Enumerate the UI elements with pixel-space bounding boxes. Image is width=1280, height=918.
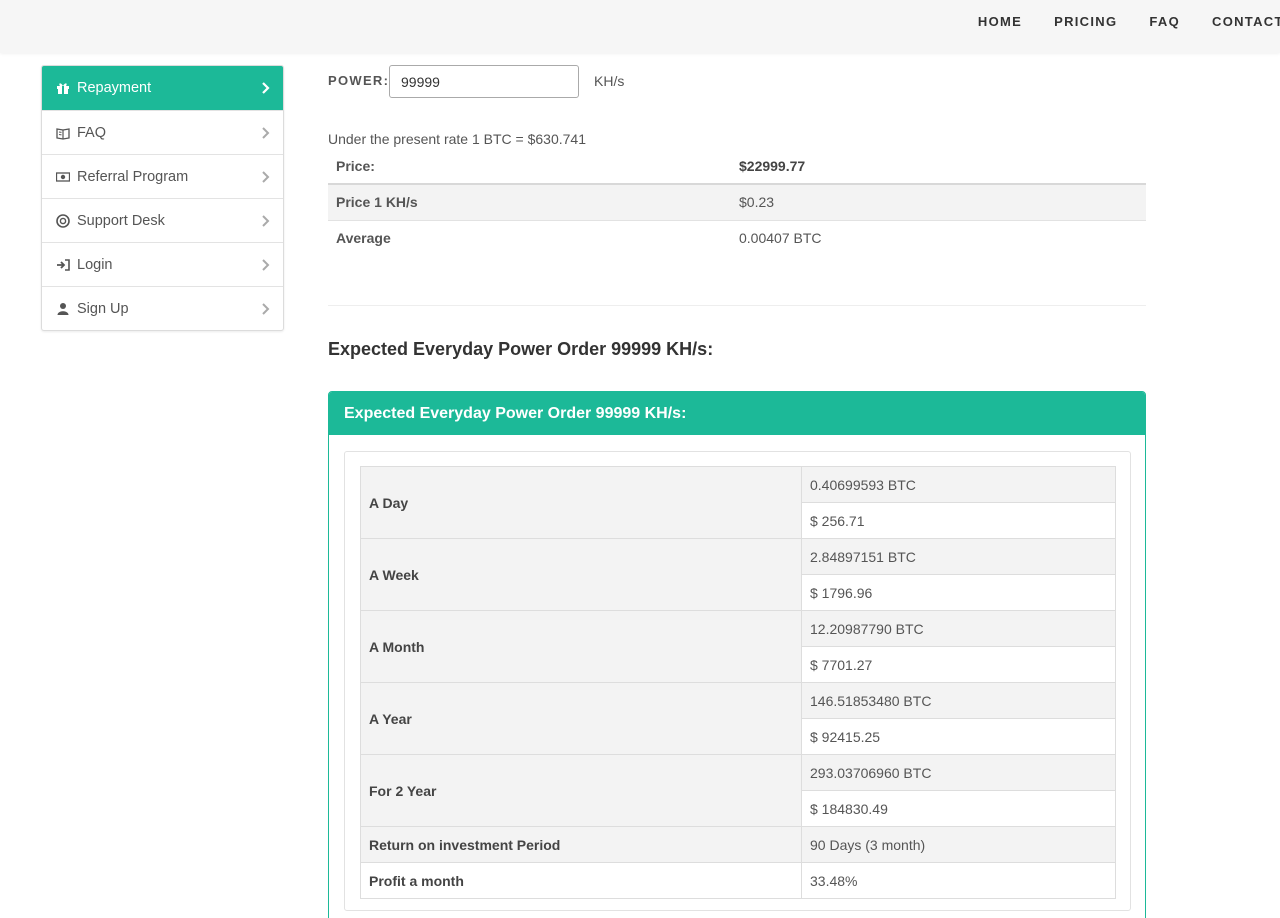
lifebuoy-icon — [56, 213, 70, 228]
gift-icon — [56, 81, 70, 95]
period-usd-value: $ 92415.25 — [801, 718, 1116, 755]
nav-pricing-link[interactable]: PRICING — [1038, 14, 1133, 30]
sidebar-item-label: Repayment — [77, 80, 152, 96]
price-value: $22999.77 — [731, 148, 1146, 185]
table-row: A Month 12.20987790 BTC — [360, 610, 1116, 683]
period-usd-value: $ 7701.27 — [801, 646, 1116, 683]
period-btc-value: 293.03706960 BTC — [801, 754, 1116, 791]
period-btc-value: 12.20987790 BTC — [801, 610, 1116, 647]
money-icon — [56, 170, 70, 184]
period-label: A Month — [360, 610, 802, 683]
power-input[interactable] — [389, 65, 579, 98]
average-label: Average — [336, 230, 391, 247]
sidebar-item-login[interactable]: Login — [42, 242, 283, 286]
power-unit: KH/s — [594, 73, 625, 89]
nav-home-link[interactable]: HOME — [962, 14, 1038, 30]
period-label: A Year — [360, 682, 802, 755]
chevron-right-icon — [260, 302, 272, 316]
profit-label: Profit a month — [360, 862, 802, 899]
period-label: A Day — [360, 466, 802, 539]
price-label: Price: — [328, 148, 731, 185]
chevron-right-icon — [260, 126, 272, 140]
expected-earnings-panel: Expected Everyday Power Order 99999 KH/s… — [328, 391, 1146, 918]
sidebar-item-faq[interactable]: FAQ — [42, 110, 283, 154]
price-per-khs-value: $0.23 — [731, 184, 1146, 221]
sidebar-item-label: FAQ — [77, 124, 107, 141]
table-row: A Week 2.84897151 BTC — [360, 538, 1116, 611]
period-usd-value: $ 256.71 — [801, 502, 1116, 539]
chevron-right-icon — [260, 214, 272, 228]
period-btc-value: 0.40699593 BTC — [801, 466, 1116, 503]
chevron-right-icon — [260, 81, 272, 95]
profit-value: 33.48% — [801, 862, 1116, 899]
nav-faq-link[interactable]: FAQ — [1133, 14, 1196, 30]
chevron-right-icon — [260, 170, 272, 184]
price-summary-table: Price: $22999.77 Price 1 KH/s $0.23 Aver… — [328, 148, 1146, 256]
price-per-khs-label: Price 1 KH/s — [328, 184, 731, 221]
sidebar-item-sign-up[interactable]: Sign Up — [42, 286, 283, 330]
earnings-table: A Day 0.40699593 BTC $ 256.71 A Week 2.8… — [360, 466, 1116, 899]
book-icon — [56, 126, 70, 140]
btc-rate-text: Under the present rate 1 BTC = $630.741 — [328, 131, 586, 147]
period-btc-value: 146.51853480 BTC — [801, 682, 1116, 719]
sidebar-item-support-desk[interactable]: Support Desk — [42, 198, 283, 242]
sidebar-item-label: Sign Up — [77, 300, 129, 317]
sidebar-item-referral-program[interactable]: Referral Program — [42, 154, 283, 198]
panel-body: A Day 0.40699593 BTC $ 256.71 A Week 2.8… — [344, 451, 1131, 911]
main-nav: HOME PRICING FAQ CONTACT — [962, 14, 1280, 30]
power-label: POWER: — [328, 73, 390, 88]
sidebar-menu: Repayment FAQ Referral Program Support D… — [41, 65, 284, 331]
nav-contact-link[interactable]: CONTACT — [1196, 14, 1280, 30]
table-row: Price: $22999.77 — [328, 148, 1146, 185]
table-row: A Day 0.40699593 BTC — [360, 466, 1116, 539]
period-usd-value: $ 184830.49 — [801, 790, 1116, 827]
user-icon — [56, 302, 70, 316]
period-btc-value: 2.84897151 BTC — [801, 538, 1116, 575]
chevron-right-icon — [260, 258, 272, 272]
top-navbar: HOME PRICING FAQ CONTACT — [0, 0, 1280, 53]
panel-title: Expected Everyday Power Order 99999 KH/s… — [329, 392, 1145, 435]
sidebar-item-label: Support Desk — [77, 212, 165, 229]
sidebar-item-repayment[interactable]: Repayment — [42, 66, 283, 110]
table-row: Average 0.00407 BTC — [328, 220, 1146, 256]
period-label: For 2 Year — [360, 754, 802, 827]
period-label: A Week — [360, 538, 802, 611]
sidebar-item-label: Login — [77, 256, 113, 273]
sign-in-icon — [56, 258, 70, 272]
table-row: Profit a month 33.48% — [360, 862, 1116, 899]
roi-value: 90 Days (3 month) — [801, 826, 1116, 863]
table-row: A Year 146.51853480 BTC — [360, 682, 1116, 755]
average-value: 0.00407 BTC — [739, 230, 822, 247]
section-heading: Expected Everyday Power Order 99999 KH/s… — [328, 339, 714, 359]
divider — [328, 305, 1146, 306]
table-row: For 2 Year 293.03706960 BTC — [360, 754, 1116, 827]
table-row: Return on investment Period 90 Days (3 m… — [360, 826, 1116, 863]
sidebar-item-label: Referral Program — [77, 168, 189, 185]
table-row: Price 1 KH/s $0.23 — [328, 184, 1146, 221]
roi-label: Return on investment Period — [360, 826, 802, 863]
period-usd-value: $ 1796.96 — [801, 574, 1116, 611]
